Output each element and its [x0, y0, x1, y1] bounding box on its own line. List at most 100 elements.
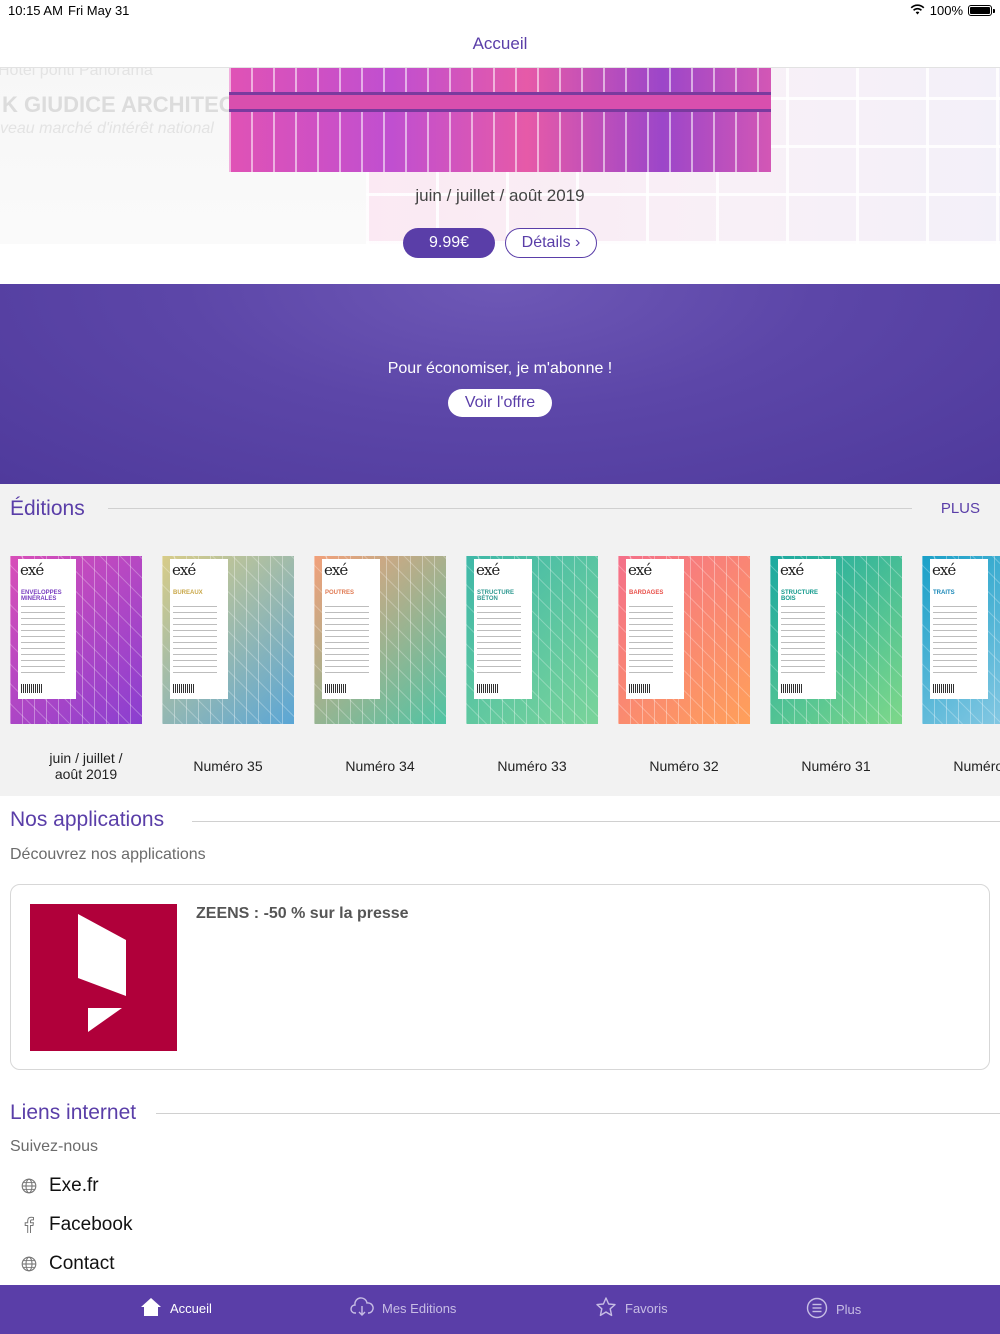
hero-ghost-text: K GIUDICE ARCHITECTU: [2, 92, 264, 117]
issue-cover-image[interactable]: exé BUREAUX: [162, 556, 294, 724]
barcode-icon: [21, 684, 43, 693]
facebook-icon: [20, 1216, 38, 1234]
tab-label: Favoris: [625, 1301, 668, 1316]
globe-icon: [20, 1177, 38, 1195]
home-icon: [140, 1297, 162, 1320]
tab-label: Accueil: [170, 1301, 212, 1316]
app-card[interactable]: ZEENS : -50 % sur la presse: [10, 884, 990, 1070]
battery-percent: 100%: [929, 3, 963, 18]
link-contact[interactable]: Contact: [20, 1249, 114, 1279]
status-bar: 10:15 AM Fri May 31 100%: [0, 0, 1000, 22]
tab-label: Plus: [836, 1302, 862, 1317]
tab-favoris[interactable]: Favoris: [595, 1297, 668, 1320]
exe-logo-icon: exé: [324, 561, 348, 579]
navigation-bar: Accueil: [0, 22, 1000, 68]
issue-cover-image[interactable]: exé STRUCTURE BÉTON: [466, 556, 598, 724]
cover-text-lines: [629, 606, 673, 676]
editions-more-link[interactable]: PLUS: [941, 500, 980, 517]
exe-logo-icon: exé: [172, 561, 196, 579]
subscription-banner: Pour économiser, je m'abonne ! Voir l'of…: [0, 284, 1000, 484]
issue-label: Numéro 32: [649, 758, 719, 774]
subscription-text: Pour économiser, je m'abonne !: [387, 360, 613, 377]
divider: [156, 1113, 1000, 1114]
issue-item[interactable]: exé TRAITS Numéro 30: [912, 556, 1000, 788]
view-offer-button[interactable]: Voir l'offre: [448, 389, 552, 417]
links-title: Liens internet: [10, 1101, 137, 1124]
hero-ghost-text: Hôtel ponti Panorama: [0, 68, 153, 79]
barcode-icon: [325, 684, 347, 693]
issue-cover-image[interactable]: exé STRUCTURE BOIS: [770, 556, 902, 724]
link-label: Contact: [49, 1253, 115, 1274]
wifi-icon: [910, 3, 925, 18]
issue-item[interactable]: exé STRUCTURE BÉTON Numéro 33: [456, 556, 608, 788]
apps-title: Nos applications: [10, 808, 165, 831]
cover-text-lines: [21, 606, 65, 676]
hero-ghost-text: veau marché d'intérêt national: [0, 120, 214, 137]
link-facebook[interactable]: Facebook: [20, 1210, 132, 1240]
app-name: ZEENS : -50 % sur la presse: [196, 905, 409, 922]
cover-text-lines: [325, 606, 369, 676]
cover-title: POUTRES: [325, 590, 355, 596]
apps-subtitle: Découvrez nos applications: [10, 846, 206, 863]
tab-plus[interactable]: Plus: [806, 1297, 861, 1322]
cover-text-lines: [477, 606, 521, 676]
issues-carousel[interactable]: exé ENVELOPPES MINÉRALES juin / juillet / …: [0, 556, 1000, 796]
editions-section: Éditions PLUS exé ENVELOPPES MINÉRALES jui…: [0, 484, 1000, 796]
cover-title: BUREAUX: [173, 590, 203, 596]
tab-label: Mes Editions: [382, 1301, 457, 1316]
hero-actions: 9.99€ Détails ›: [0, 228, 1000, 258]
featured-issue: Hôtel ponti Panorama K GIUDICE ARCHITECT…: [0, 68, 1000, 284]
exe-logo-icon: exé: [780, 561, 804, 579]
cloud-download-icon: [350, 1297, 374, 1320]
link-label: Exe.fr: [49, 1175, 99, 1196]
exe-logo-icon: exé: [20, 561, 44, 579]
issue-item[interactable]: exé BARDAGES Numéro 32: [608, 556, 760, 788]
status-time: 10:15 AM: [8, 3, 63, 18]
details-button[interactable]: Détails ›: [505, 228, 597, 258]
battery-icon: [968, 5, 995, 16]
globe-icon: [20, 1255, 38, 1273]
cover-title: STRUCTURE BÉTON: [477, 590, 514, 602]
cover-title: STRUCTURE BOIS: [781, 590, 818, 602]
tab-bar: Accueil Mes Editions Favoris Plus: [0, 1285, 1000, 1334]
exe-logo-icon: exé: [628, 561, 652, 579]
barcode-icon: [933, 684, 955, 693]
divider: [192, 821, 1000, 822]
page-title: Accueil: [472, 34, 528, 53]
issue-cover-image[interactable]: exé POUTRES: [314, 556, 446, 724]
cover-text-lines: [933, 606, 977, 676]
barcode-icon: [781, 684, 803, 693]
divider: [108, 508, 912, 509]
menu-icon: [806, 1297, 828, 1322]
issue-label: Numéro 31: [801, 758, 871, 774]
cover-text-lines: [173, 606, 217, 676]
barcode-icon: [173, 684, 195, 693]
issue-item[interactable]: exé POUTRES Numéro 34: [304, 556, 456, 788]
issue-cover-image[interactable]: exé ENVELOPPES MINÉRALES: [10, 556, 142, 724]
status-date: Fri May 31: [68, 3, 130, 18]
barcode-icon: [477, 684, 499, 693]
issue-item[interactable]: exé ENVELOPPES MINÉRALES juin / juillet / …: [0, 556, 152, 788]
issue-label: Numéro 30: [953, 758, 1000, 774]
status-right: 100%: [910, 3, 995, 18]
star-icon: [595, 1297, 617, 1320]
featured-issue-date: juin / juillet / août 2019: [415, 186, 585, 205]
issue-label: Numéro 33: [497, 758, 567, 774]
issue-label: Numéro 35: [193, 758, 263, 774]
issue-cover-image[interactable]: exé BARDAGES: [618, 556, 750, 724]
link-label: Facebook: [49, 1214, 133, 1235]
issue-label: Numéro 34: [345, 758, 415, 774]
exe-logo-icon: exé: [932, 561, 956, 579]
tab-accueil[interactable]: Accueil: [140, 1297, 212, 1320]
cover-title: ENVELOPPES MINÉRALES: [21, 590, 62, 602]
links-subtitle: Suivez-nous: [10, 1138, 99, 1155]
featured-cover-image[interactable]: [229, 68, 771, 172]
issue-cover-image[interactable]: exé TRAITS: [922, 556, 1000, 724]
cover-title: BARDAGES: [629, 590, 664, 596]
issue-item[interactable]: exé BUREAUX Numéro 35: [152, 556, 304, 788]
issue-item[interactable]: exé STRUCTURE BOIS Numéro 31: [760, 556, 912, 788]
tab-mes-editions[interactable]: Mes Editions: [350, 1297, 456, 1320]
screen: 10:15 AM Fri May 31 100% Accueil Hôtel p…: [0, 0, 1000, 1334]
link-exe[interactable]: Exe.fr: [20, 1171, 99, 1201]
buy-price-button[interactable]: 9.99€: [403, 228, 495, 258]
